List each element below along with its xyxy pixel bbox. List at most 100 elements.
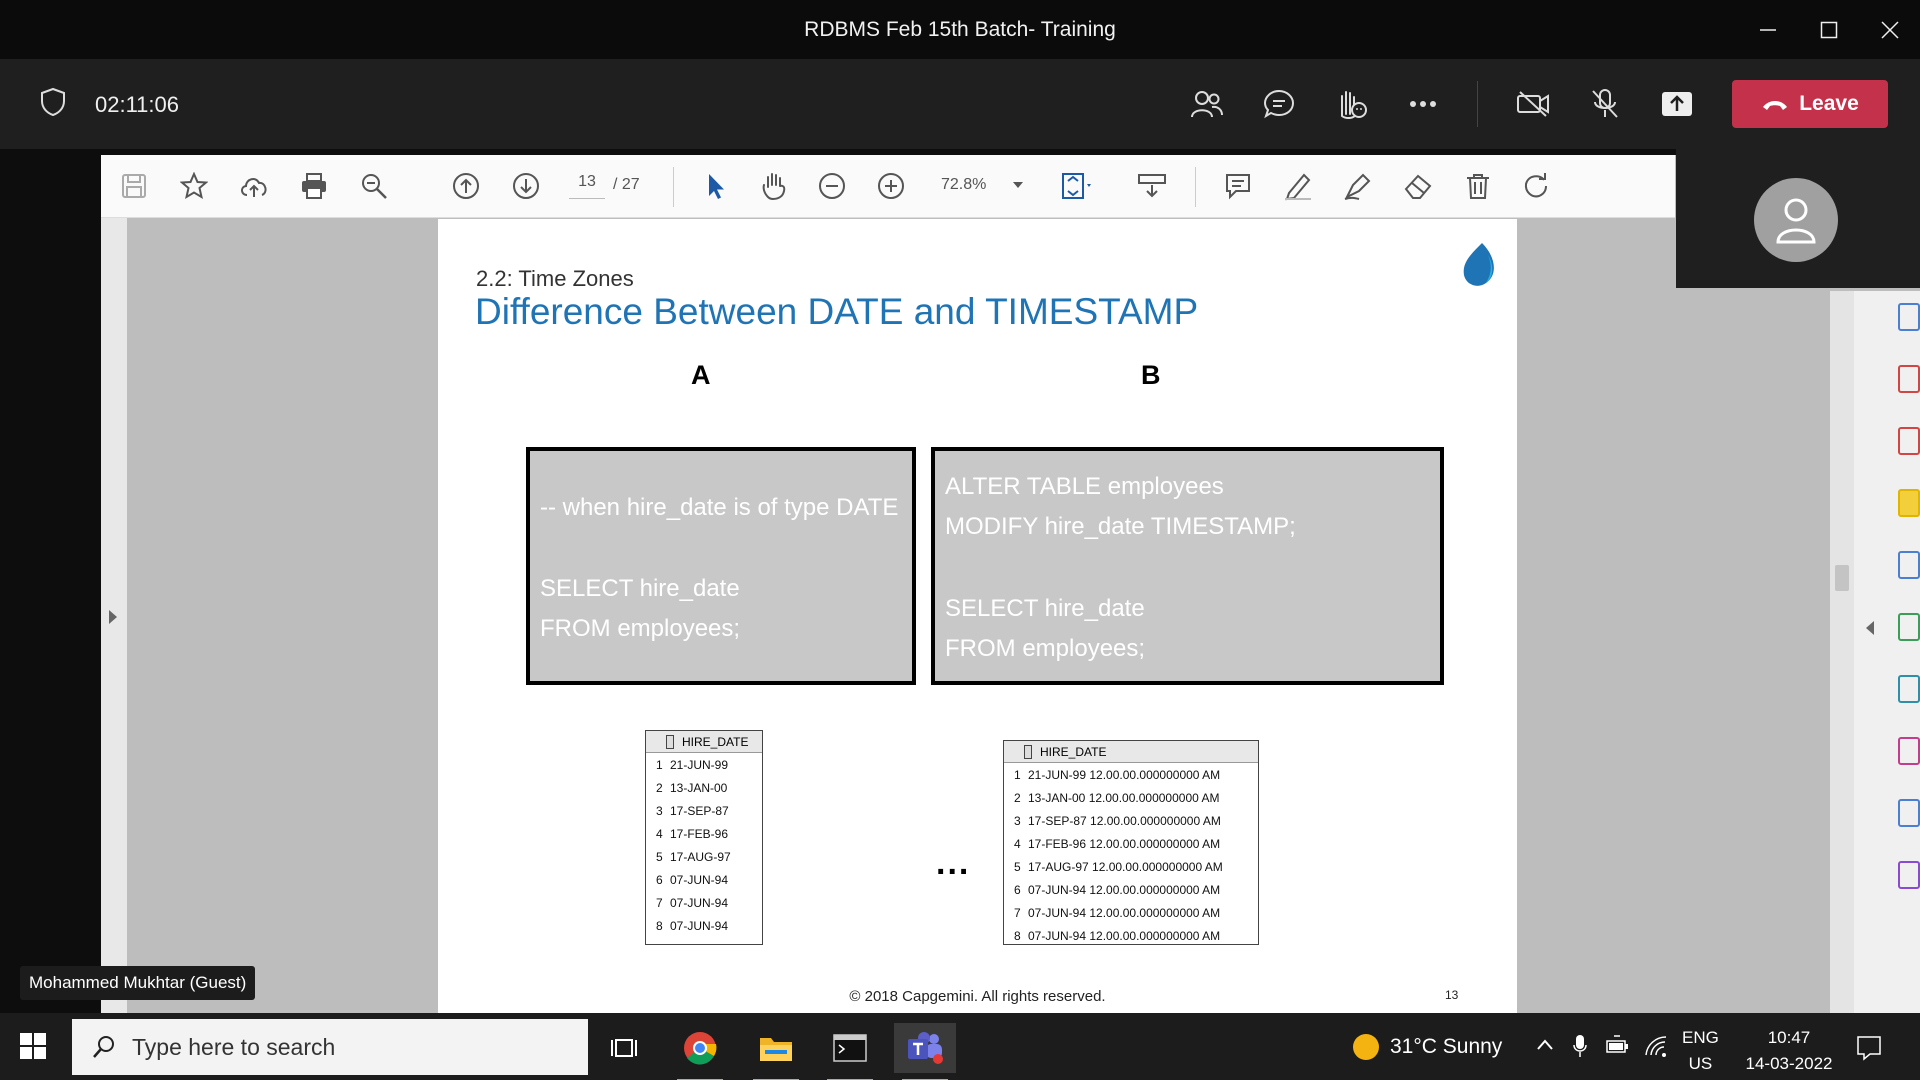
table-row: 7 07-JUN-94 12.00.00.000000000 AM: [1004, 901, 1258, 924]
left-panel-toggle[interactable]: [101, 218, 127, 1013]
highlight-button[interactable]: [1281, 169, 1315, 203]
export-tool-icon[interactable]: [1898, 675, 1920, 703]
microphone-icon[interactable]: [1573, 1035, 1587, 1057]
edit-pdf-tool-icon[interactable]: [1898, 551, 1920, 579]
print-icon: [302, 173, 326, 199]
export-pdf-tool-icon[interactable]: [1898, 303, 1920, 331]
pdf-upload-button[interactable]: [237, 169, 271, 203]
maximize-button[interactable]: [1799, 0, 1859, 59]
taskbar-clock[interactable]: 10:47 14-03-2022: [1734, 1025, 1844, 1077]
participant-video-tile[interactable]: [1676, 149, 1920, 288]
pdf-save-button[interactable]: [117, 169, 151, 203]
row-number: 6: [656, 872, 663, 887]
pdf-bookmark-button[interactable]: [177, 169, 211, 203]
row-number: 4: [656, 826, 663, 841]
hire-date-cell: 07-JUN-94: [670, 872, 729, 887]
pdf-zoom-search-button[interactable]: [357, 169, 391, 203]
row-number: 8: [1014, 928, 1021, 943]
fit-page-icon: [1062, 173, 1091, 199]
row-number: 2: [1014, 790, 1021, 805]
mic-toggle-button[interactable]: [1585, 84, 1625, 124]
toolbar-divider: [1477, 81, 1478, 127]
row-number: 2: [656, 780, 663, 795]
fill-sign-tool-icon[interactable]: [1898, 737, 1920, 765]
table-row: 3 17-SEP-87 12.00.00.000000000 AM: [1004, 809, 1258, 832]
hire-date-cell: 07-JUN-94 12.00.00.000000000 AM: [1028, 882, 1221, 897]
minimize-button[interactable]: [1738, 0, 1798, 59]
magnifier-icon: [362, 174, 387, 199]
grid-header-icon: [1024, 744, 1032, 759]
result-grid-b: HIRE_DATE 1 21-JUN-99 12.00.00.000000000 …: [1003, 740, 1259, 945]
fit-page-button[interactable]: [1061, 169, 1095, 203]
row-number: 8: [656, 918, 663, 933]
zoom-in-button[interactable]: [874, 169, 908, 203]
hire-date-cell: 07-JUN-94: [670, 918, 729, 933]
reactions-button[interactable]: [1331, 84, 1371, 124]
comment-button[interactable]: [1221, 169, 1255, 203]
table-row: 6 07-JUN-94: [646, 868, 762, 891]
zoom-out-button[interactable]: [815, 169, 849, 203]
raise-hand-icon: [1341, 91, 1367, 120]
chevron-down-icon[interactable]: [1013, 182, 1023, 188]
table-row: 5 17-AUG-97 12.00.00.000000000 AM: [1004, 855, 1258, 878]
terminal-taskbar-button[interactable]: [819, 1023, 881, 1080]
search-placeholder: Type here to search: [132, 1033, 336, 1060]
page-number-input[interactable]: 13: [569, 173, 605, 199]
scroll-mode-button[interactable]: [1135, 169, 1169, 203]
wifi-icon[interactable]: [1644, 1035, 1668, 1057]
task-view-icon: [611, 1039, 637, 1057]
teams-taskbar-button[interactable]: [894, 1023, 956, 1080]
scrollbar-thumb[interactable]: [1835, 565, 1849, 591]
folder-icon: [760, 1038, 792, 1061]
delete-button[interactable]: [1461, 169, 1495, 203]
terminal-icon: [833, 1034, 867, 1062]
participants-button[interactable]: [1187, 84, 1227, 124]
windows-start-icon[interactable]: [20, 1033, 46, 1059]
notification-center-icon[interactable]: [1856, 1035, 1882, 1061]
chat-button[interactable]: [1259, 84, 1299, 124]
people-icon: [1191, 91, 1223, 118]
hand-tool-button[interactable]: [757, 169, 791, 203]
hire-date-cell: 17-FEB-96 12.00.00.000000000 AM: [1028, 836, 1221, 851]
chevron-left-icon[interactable]: [1866, 621, 1874, 635]
camera-toggle-button[interactable]: [1513, 84, 1553, 124]
battery-icon[interactable]: [1606, 1035, 1630, 1055]
leave-button[interactable]: Leave: [1732, 80, 1888, 128]
pdf-print-button[interactable]: [297, 169, 331, 203]
window-titlebar: RDBMS Feb 15th Batch- Training: [0, 0, 1920, 59]
select-tool-button[interactable]: [699, 169, 733, 203]
zoom-level-select[interactable]: 72.8%: [941, 176, 986, 194]
chevron-up-icon[interactable]: [1535, 1035, 1555, 1055]
pdf-prev-page-button[interactable]: [449, 169, 483, 203]
table-row: 8 07-JUN-94: [646, 914, 762, 937]
task-view-button[interactable]: [593, 1023, 655, 1073]
comment-tool-icon[interactable]: [1898, 489, 1920, 517]
avatar: [1754, 178, 1838, 262]
rotate-button[interactable]: [1519, 169, 1553, 203]
hire-date-cell: 17-SEP-87: [670, 803, 729, 818]
eraser-icon: [1404, 174, 1432, 199]
create-pdf-tool-icon[interactable]: [1898, 427, 1920, 455]
draw-button[interactable]: [1341, 169, 1375, 203]
erase-button[interactable]: [1401, 169, 1435, 203]
taskbar-search-input[interactable]: Type here to search: [72, 1019, 588, 1075]
row-number: 7: [656, 895, 663, 910]
code-line: FROM employees;: [945, 635, 1146, 662]
code-line: FROM employees;: [540, 615, 741, 642]
scroll-mode-icon: [1138, 174, 1166, 198]
close-window-button[interactable]: [1860, 0, 1920, 59]
protect-tool-icon[interactable]: [1898, 799, 1920, 827]
share-screen-button[interactable]: [1657, 84, 1697, 124]
forms-tool-icon[interactable]: [1898, 861, 1920, 889]
compress-tool-icon[interactable]: [1898, 613, 1920, 641]
file-explorer-taskbar-button[interactable]: [745, 1023, 807, 1080]
vertical-scrollbar[interactable]: [1830, 291, 1854, 1013]
input-language-indicator[interactable]: ENG US: [1682, 1025, 1719, 1077]
more-actions-button[interactable]: [1403, 84, 1443, 124]
organize-pages-tool-icon[interactable]: [1898, 365, 1920, 393]
chrome-taskbar-button[interactable]: [669, 1023, 731, 1080]
star-icon: [180, 172, 208, 200]
weather-widget[interactable]: 31°C Sunny: [1352, 1033, 1502, 1061]
pdf-next-page-button[interactable]: [509, 169, 543, 203]
table-row: 8 07-JUN-94 12.00.00.000000000 AM: [1004, 924, 1258, 944]
